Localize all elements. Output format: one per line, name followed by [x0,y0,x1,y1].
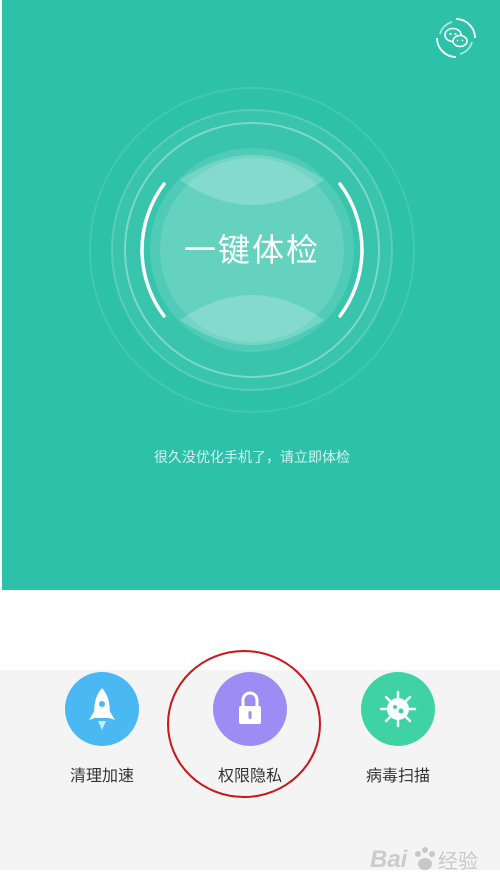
virus-icon [379,690,417,728]
clean-speedup-icon-circle [65,672,139,746]
optimize-hint: 很久没优化手机了，请立即体检 [154,450,350,466]
svg-text:Bai: Bai [370,846,409,873]
tool-label: 病毒扫描 [365,766,430,785]
check-title: 一键体检 [183,231,320,269]
baidu-jingyan-watermark: Bai 经验 [368,836,488,880]
one-click-check-button[interactable]: 一键体检 [52,80,452,430]
rocket-icon [89,688,115,730]
virus-scan-icon-circle [361,672,435,746]
baidu-paw-icon: Bai 经验 [370,846,478,873]
wechat-share-button[interactable] [434,16,478,60]
highlight-annotation-circle [167,650,321,798]
tool-virus-scan[interactable]: 病毒扫描 [338,670,458,800]
tool-clean-speedup[interactable]: 清理加速 [42,670,162,800]
svg-text:经验: 经验 [438,849,478,873]
hero-panel: 一键体检 很久没优化手机了，请立即体检 [2,0,500,590]
wechat-icon [436,18,476,58]
tool-label: 清理加速 [69,766,134,785]
